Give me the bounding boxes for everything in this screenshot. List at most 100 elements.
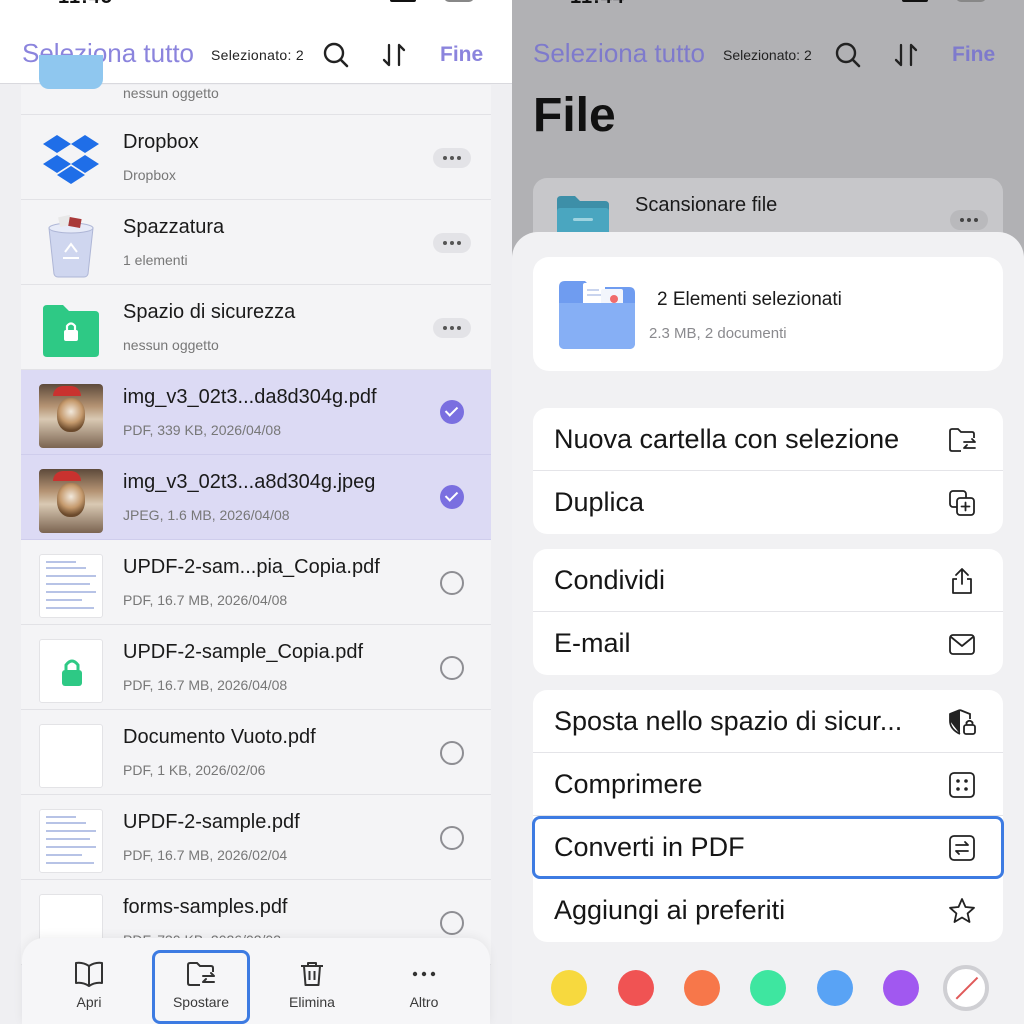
- list-item[interactable]: nessun oggetto: [21, 55, 491, 115]
- actions-screen: 11:44 Seleziona tutto Selezionato: 2 Fin…: [512, 0, 1024, 1024]
- signal-icon: [390, 0, 416, 2]
- share-icon: [952, 568, 972, 594]
- color-tag-red[interactable]: [618, 970, 654, 1006]
- signal-icon: [902, 0, 928, 2]
- item-subtitle: PDF, 16.7 MB, 2026/04/08: [123, 592, 288, 608]
- more-options-button[interactable]: [433, 233, 471, 253]
- done-button[interactable]: Fine: [952, 43, 995, 67]
- status-bar: 11:44: [512, 0, 1024, 8]
- duplicate-icon: [949, 490, 975, 516]
- photo-thumbnail: [39, 469, 103, 533]
- checkmark-icon[interactable]: [440, 485, 464, 509]
- select-radio[interactable]: [440, 911, 464, 935]
- compress-action[interactable]: Comprimere: [533, 753, 1003, 816]
- add-to-favorites-action[interactable]: Aggiungi ai preferiti: [533, 879, 1003, 942]
- status-time: 11:45: [58, 0, 113, 9]
- selected-count: Selezionato: 2: [723, 47, 812, 63]
- convert-to-pdf-action[interactable]: Converti in PDF: [532, 816, 1004, 879]
- list-item[interactable]: UPDF-2-sample_Copia.pdf PDF, 16.7 MB, 20…: [21, 625, 491, 710]
- selected-count: Selezionato: 2: [211, 47, 304, 63]
- photo-thumbnail: [39, 384, 103, 448]
- open-label: Apri: [76, 994, 102, 1010]
- item-title: Spazio di sicurezza: [123, 301, 296, 323]
- more-button[interactable]: Altro: [384, 960, 464, 1010]
- action-sheet: 2 Elementi selezionati 2.3 MB, 2 documen…: [512, 232, 1024, 1024]
- color-tag-orange[interactable]: [684, 970, 720, 1006]
- list-item[interactable]: UPDF-2-sample.pdf PDF, 16.7 MB, 2026/02/…: [21, 795, 491, 880]
- item-title: forms-samples.pdf: [123, 896, 288, 918]
- file-list: nessun oggetto Dropbox Dropbox Spazzatur…: [21, 55, 491, 965]
- color-tag-yellow[interactable]: [551, 970, 587, 1006]
- folder-move-icon: [949, 428, 976, 452]
- action-group-share: Condividi E-mail: [533, 549, 1003, 675]
- action-label: Condividi: [554, 565, 666, 595]
- status-bar: 11:45: [0, 0, 512, 8]
- new-folder-with-selection-action[interactable]: Nuova cartella con selezione: [533, 408, 1003, 471]
- color-tag-blue[interactable]: [817, 970, 853, 1006]
- more-options-button[interactable]: [950, 210, 988, 230]
- battery-icon: [956, 0, 986, 2]
- list-item[interactable]: UPDF-2-sam...pia_Copia.pdf PDF, 16.7 MB,…: [21, 540, 491, 625]
- item-subtitle: JPEG, 1.6 MB, 2026/04/08: [123, 507, 290, 523]
- color-tag-purple[interactable]: [883, 970, 919, 1006]
- status-icons: [902, 0, 986, 4]
- locked-document-thumbnail: [39, 639, 103, 703]
- item-subtitle: nessun oggetto: [123, 85, 219, 101]
- move-label: Spostare: [172, 994, 230, 1010]
- list-item-dropbox[interactable]: Dropbox Dropbox: [21, 115, 491, 200]
- item-subtitle: PDF, 1 KB, 2026/02/06: [123, 762, 266, 778]
- search-icon[interactable]: [322, 41, 350, 69]
- status-time: 11:44: [570, 0, 625, 9]
- delete-label: Elimina: [289, 994, 335, 1010]
- item-subtitle: 1 elementi: [123, 252, 188, 268]
- duplicate-action[interactable]: Duplica: [533, 471, 1003, 534]
- delete-button[interactable]: Elimina: [272, 960, 352, 1010]
- item-subtitle: PDF, 16.7 MB, 2026/04/08: [123, 677, 288, 693]
- item-title: UPDF-2-sam...pia_Copia.pdf: [123, 556, 380, 578]
- color-tag-none[interactable]: [943, 965, 989, 1011]
- move-button[interactable]: Spostare: [152, 950, 250, 1024]
- documents-folder-icon: [559, 281, 635, 349]
- convert-icon: [949, 835, 975, 861]
- list-item-selected[interactable]: img_v3_02t3...a8d304g.jpeg JPEG, 1.6 MB,…: [21, 455, 491, 540]
- checkmark-icon[interactable]: [440, 400, 464, 424]
- item-subtitle: PDF, 339 KB, 2026/04/08: [123, 422, 281, 438]
- item-subtitle: nessun oggetto: [123, 337, 219, 353]
- action-label: Sposta nello spazio di sicur...: [554, 706, 903, 736]
- select-radio[interactable]: [440, 826, 464, 850]
- color-tag-green[interactable]: [750, 970, 786, 1006]
- book-icon: [75, 961, 103, 987]
- more-options-button[interactable]: [433, 148, 471, 168]
- select-radio[interactable]: [440, 741, 464, 765]
- search-icon[interactable]: [834, 41, 862, 69]
- ellipsis-icon: [412, 971, 436, 977]
- page-title: File: [533, 89, 616, 142]
- item-subtitle: Dropbox: [123, 167, 176, 183]
- item-title: img_v3_02t3...a8d304g.jpeg: [123, 471, 376, 493]
- done-button[interactable]: Fine: [440, 43, 483, 67]
- action-label: Nuova cartella con selezione: [554, 424, 900, 454]
- selection-summary: 2 Elementi selezionati 2.3 MB, 2 documen…: [533, 257, 1003, 371]
- bottom-toolbar: Apri Spostare Elimina Altro: [22, 938, 490, 1024]
- select-radio[interactable]: [440, 656, 464, 680]
- list-item[interactable]: Documento Vuoto.pdf PDF, 1 KB, 2026/02/0…: [21, 710, 491, 795]
- select-all-button[interactable]: Seleziona tutto: [533, 38, 705, 69]
- item-title: Spazzatura: [123, 216, 225, 238]
- star-icon: [949, 898, 975, 923]
- open-button[interactable]: Apri: [49, 960, 129, 1010]
- item-title: Dropbox: [123, 131, 199, 153]
- email-action[interactable]: E-mail: [533, 612, 1003, 675]
- list-item-secure-space[interactable]: Spazio di sicurezza nessun oggetto: [21, 285, 491, 370]
- sort-icon[interactable]: [380, 41, 408, 69]
- share-action[interactable]: Condividi: [533, 549, 1003, 612]
- sort-icon[interactable]: [892, 41, 920, 69]
- more-options-button[interactable]: [433, 318, 471, 338]
- select-radio[interactable]: [440, 571, 464, 595]
- list-item-selected[interactable]: img_v3_02t3...da8d304g.pdf PDF, 339 KB, …: [21, 370, 491, 455]
- move-to-secure-space-action[interactable]: Sposta nello spazio di sicur...: [533, 690, 1003, 753]
- list-item-trash[interactable]: Spazzatura 1 elementi: [21, 200, 491, 285]
- compress-icon: [949, 772, 975, 798]
- mail-icon: [949, 634, 975, 655]
- action-label: E-mail: [554, 628, 631, 658]
- item-title: Documento Vuoto.pdf: [123, 726, 316, 748]
